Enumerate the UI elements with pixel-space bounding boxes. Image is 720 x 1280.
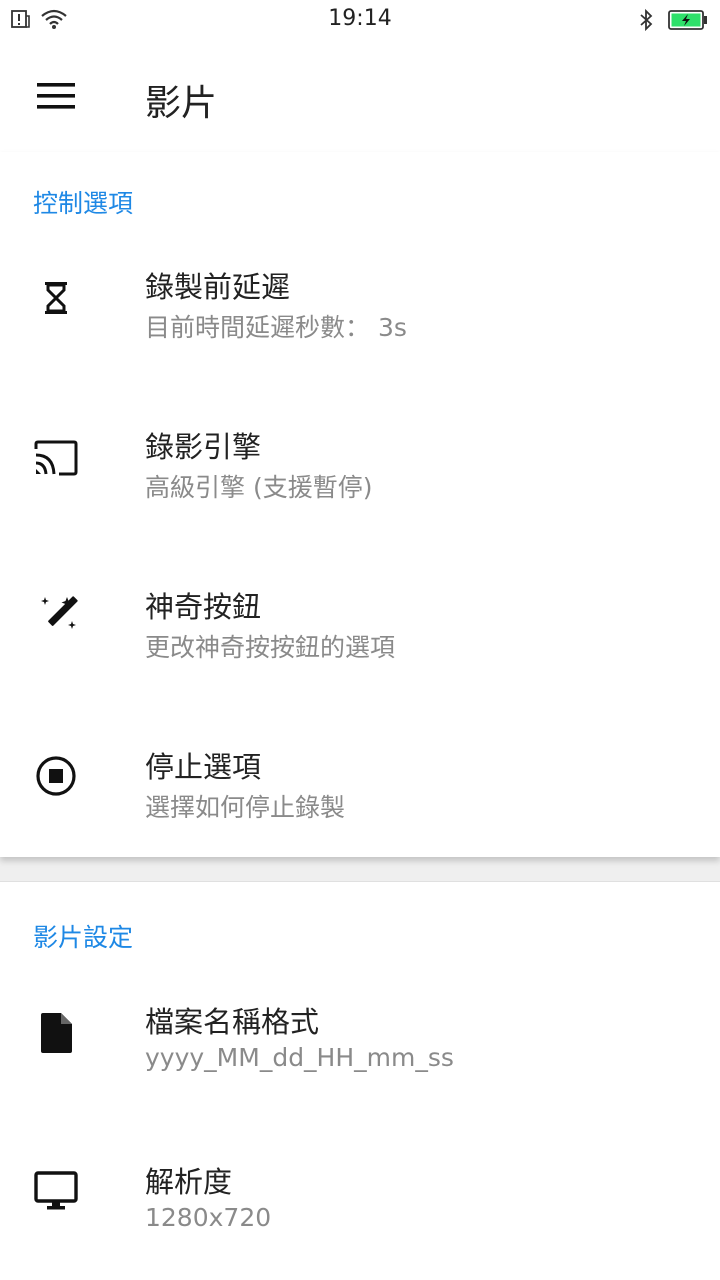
setting-item-recording-delay[interactable]: 錄製前延遲 目前時間延遲秒數： 3s	[0, 242, 720, 402]
section-header-control-options: 控制選項	[33, 189, 134, 218]
menu-button[interactable]	[22, 64, 90, 128]
battery-charging-icon	[668, 9, 708, 35]
file-icon	[24, 1001, 88, 1065]
stop-circle-icon	[24, 744, 88, 808]
bluetooth-icon	[638, 8, 654, 36]
magic-wand-icon	[24, 584, 88, 648]
monitor-icon	[24, 1159, 88, 1223]
status-icons-right	[638, 8, 708, 36]
app-bar: 影片	[0, 40, 720, 152]
setting-title: 神奇按鈕	[145, 590, 262, 624]
setting-subtitle: 目前時間延遲秒數： 3s	[145, 313, 407, 342]
setting-title: 錄製前延遲	[145, 270, 291, 304]
status-time: 19:14	[328, 6, 392, 31]
cast-icon	[24, 426, 88, 490]
setting-item-magic-button[interactable]: 神奇按鈕 更改神奇按按鈕的選項	[0, 562, 720, 722]
setting-subtitle: yyyy_MM_dd_HH_mm_ss	[145, 1043, 454, 1072]
setting-subtitle: 選擇如何停止錄製	[145, 793, 346, 822]
section-header-video-settings: 影片設定	[33, 923, 134, 952]
page-title: 影片	[145, 83, 218, 124]
setting-title: 檔案名稱格式	[145, 1005, 320, 1039]
control-options-card: 控制選項 錄製前延遲 目前時間延遲秒數： 3s 錄影引擎 高級引擎 (支援暫停)	[0, 152, 720, 857]
video-settings-card: 影片設定 檔案名稱格式 yyyy_MM_dd_HH_mm_ss 解析度 1280…	[0, 881, 720, 1280]
setting-title: 停止選項	[145, 750, 262, 784]
setting-subtitle: 高級引擎 (支援暫停)	[145, 473, 373, 502]
setting-item-filename-format[interactable]: 檔案名稱格式 yyyy_MM_dd_HH_mm_ss	[0, 977, 720, 1137]
setting-item-recording-engine[interactable]: 錄影引擎 高級引擎 (支援暫停)	[0, 402, 720, 562]
setting-item-stop-options[interactable]: 停止選項 選擇如何停止錄製	[0, 722, 720, 882]
setting-subtitle: 1280x720	[145, 1203, 272, 1232]
status-bar: 19:14	[0, 0, 720, 40]
hamburger-menu-icon	[37, 83, 75, 109]
hourglass-icon	[24, 266, 88, 330]
setting-item-resolution[interactable]: 解析度 1280x720	[0, 1137, 720, 1280]
setting-subtitle: 更改神奇按按鈕的選項	[145, 633, 396, 662]
setting-title: 解析度	[145, 1165, 233, 1199]
setting-title: 錄影引擎	[145, 430, 262, 464]
